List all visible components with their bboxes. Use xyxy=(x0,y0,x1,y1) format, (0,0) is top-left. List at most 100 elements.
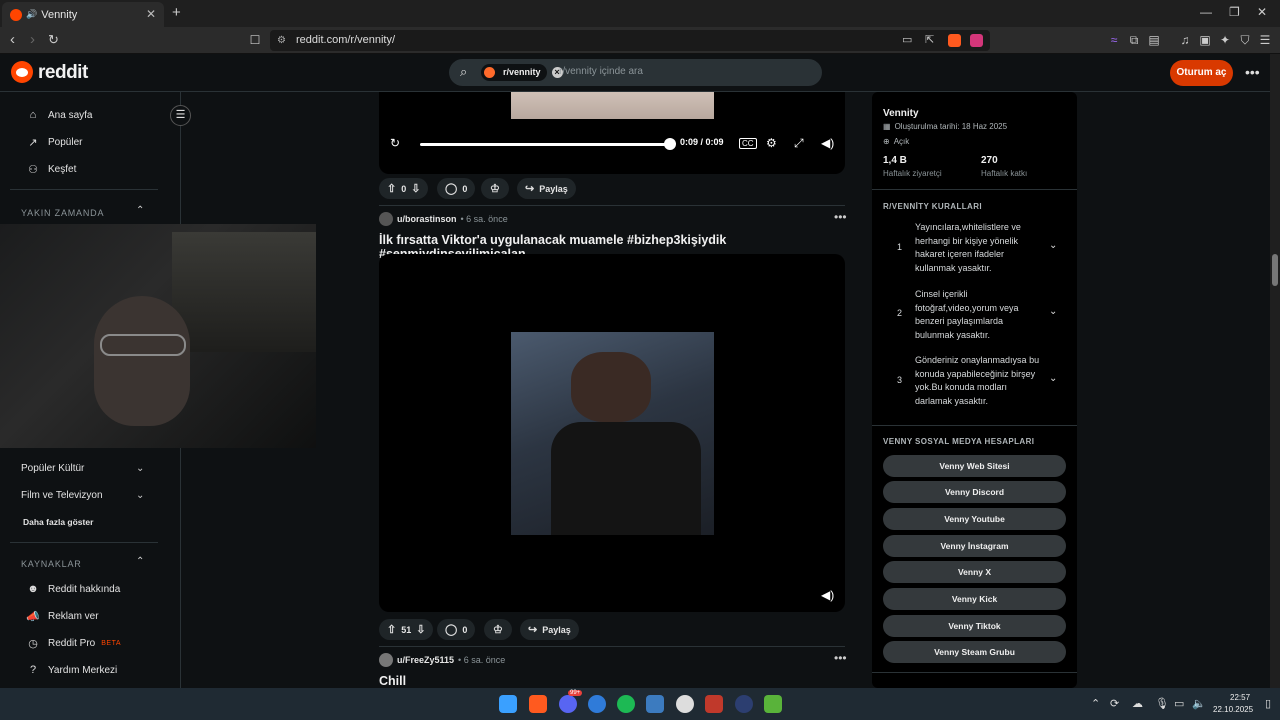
taskbar-date[interactable]: 22.10.2025 xyxy=(1213,705,1253,714)
more-options-icon[interactable]: ••• xyxy=(1245,64,1260,80)
tray-mic-icon[interactable]: 🎙 xyxy=(1155,697,1169,710)
tray-network-icon[interactable]: ▭ xyxy=(1174,697,1184,710)
social-link-youtube[interactable]: Venny Youtube xyxy=(883,508,1066,530)
post-title[interactable]: Chill xyxy=(379,674,406,688)
page-scrollbar[interactable] xyxy=(1270,54,1280,688)
upvote-icon[interactable]: ⇧ xyxy=(387,182,396,195)
show-more-link[interactable]: Daha fazla göster xyxy=(23,517,93,527)
app-icon[interactable] xyxy=(646,695,664,713)
comments-button[interactable]: ◯ 0 xyxy=(437,619,476,640)
chevron-up-icon[interactable]: ⌃ xyxy=(136,556,144,567)
resources-section-header[interactable]: KAYNAKLAR xyxy=(21,559,82,569)
browser-tab[interactable]: 🔊 Vennity ✕ xyxy=(2,2,164,27)
brave-browser-icon[interactable] xyxy=(529,695,547,713)
social-link-discord[interactable]: Venny Discord xyxy=(883,481,1066,503)
search-bar[interactable]: ⌕ r/vennity × r/vennity içinde ara xyxy=(449,59,822,86)
author-name[interactable]: u/borastinson xyxy=(397,214,457,224)
sidebar-toggle-icon[interactable]: ☰ xyxy=(170,105,191,126)
tray-sync-icon[interactable]: ⟳ xyxy=(1110,697,1119,710)
chevron-down-icon[interactable]: ⌄ xyxy=(1049,306,1057,317)
discord-icon[interactable]: 99+ xyxy=(559,690,583,713)
music-icon[interactable]: ♫ xyxy=(1178,33,1192,47)
video-progress-bar[interactable] xyxy=(420,143,672,146)
share-page-icon[interactable]: ⇱ xyxy=(925,30,934,51)
back-icon[interactable]: ‹ xyxy=(10,31,15,48)
social-link-tiktok[interactable]: Venny Tiktok xyxy=(883,615,1066,637)
comments-button[interactable]: ◯ 0 xyxy=(437,178,476,199)
share-button[interactable]: ↪ Paylaş xyxy=(517,178,576,199)
sidebar-item-reddit-pro[interactable]: ◷ Reddit Pro BETA xyxy=(26,637,121,650)
obs-icon[interactable] xyxy=(676,695,694,713)
post-options-icon[interactable]: ••• xyxy=(834,210,847,224)
sidebar-item-pop-culture[interactable]: Popüler Kültür xyxy=(21,463,84,474)
rule-item[interactable]: 3 Gönderiniz onaylanmadıysa bu konuda ya… xyxy=(883,354,1068,406)
replay-icon[interactable]: ↻ xyxy=(390,136,400,150)
post-author[interactable]: u/FreeZy5115 • 6 sa. önce xyxy=(379,653,505,667)
app-icon[interactable] xyxy=(764,695,782,713)
reader-icon[interactable]: ▤ xyxy=(1147,33,1161,47)
social-link-kick[interactable]: Venny Kick xyxy=(883,588,1066,610)
upvote-icon[interactable]: ⇧ xyxy=(387,623,396,636)
bookmark-icon[interactable]: ☐ xyxy=(248,33,262,47)
award-button[interactable]: ♔ xyxy=(484,619,512,640)
chevron-down-icon[interactable]: ⌄ xyxy=(1049,373,1057,384)
sidebar-item-home[interactable]: ⌂ Ana sayfa xyxy=(26,109,93,121)
reddit-logo-text[interactable]: reddit xyxy=(38,62,88,84)
subreddit-chip[interactable]: r/vennity × xyxy=(481,64,563,81)
chevron-down-icon[interactable]: ⌄ xyxy=(1049,240,1057,251)
reddit-logo-icon[interactable] xyxy=(11,61,33,83)
taskbar-time[interactable]: 22:57 xyxy=(1230,693,1250,702)
downvote-icon[interactable]: ⇩ xyxy=(416,623,425,636)
social-link-steam[interactable]: Venny Steam Grubu xyxy=(883,641,1066,663)
sparkle-icon[interactable]: ✦ xyxy=(1218,33,1232,47)
windows-start-icon[interactable] xyxy=(499,695,517,713)
address-bar[interactable]: ⚙ reddit.com/r/vennity/ ▭ ⇱ xyxy=(270,30,990,51)
tray-chevron-icon[interactable]: ⌃ xyxy=(1091,697,1100,710)
new-tab-button[interactable]: + xyxy=(172,4,181,21)
scrollbar-thumb[interactable] xyxy=(1272,254,1278,286)
sidebar-item-advertise[interactable]: 📣 Reklam ver xyxy=(26,610,98,623)
video-player[interactable]: ◀) xyxy=(379,254,845,612)
app-icon[interactable] xyxy=(705,695,723,713)
minimize-icon[interactable]: — xyxy=(1200,5,1212,19)
rule-item[interactable]: 2 Cinsel içerikli fotoğraf,video,yorum v… xyxy=(883,288,1068,340)
brave-shields-icon[interactable] xyxy=(948,34,961,47)
vpn-shield-icon[interactable]: ⛉ xyxy=(1238,33,1252,47)
fullscreen-icon[interactable]: ⤢ xyxy=(794,136,804,151)
menu-icon[interactable]: ☰ xyxy=(1258,33,1272,47)
social-link-website[interactable]: Venny Web Sitesi xyxy=(883,455,1066,477)
video-scrubber[interactable] xyxy=(664,138,676,150)
tray-cloud-icon[interactable]: ☁ xyxy=(1132,697,1143,710)
volume-icon[interactable]: ◀) xyxy=(821,136,834,150)
sidebar-item-popular[interactable]: ↗ Popüler xyxy=(26,136,82,149)
chevron-down-icon[interactable]: ⌄ xyxy=(136,490,144,501)
volume-icon[interactable]: ◀) xyxy=(821,588,834,602)
post-author[interactable]: u/borastinson • 6 sa. önce xyxy=(379,212,508,226)
video-player[interactable]: ↻ 0:09 / 0:09 CC ⚙ ⤢ ◀) xyxy=(379,92,845,174)
author-name[interactable]: u/FreeZy5115 xyxy=(397,655,454,665)
sidebar-item-explore[interactable]: ⚇ Keşfet xyxy=(26,163,76,176)
brave-rewards-icon[interactable] xyxy=(970,34,983,47)
sidebar-item-film-tv[interactable]: Film ve Televizyon xyxy=(21,490,103,501)
wallet-icon[interactable]: ▣ xyxy=(1198,33,1212,47)
social-link-instagram[interactable]: Venny İnstagram xyxy=(883,535,1066,557)
downvote-icon[interactable]: ⇩ xyxy=(411,182,420,195)
maximize-icon[interactable]: ❐ xyxy=(1229,5,1240,19)
forward-icon[interactable]: › xyxy=(30,31,35,48)
tab-close-icon[interactable]: ✕ xyxy=(146,7,156,21)
window-close-icon[interactable]: ✕ xyxy=(1257,5,1267,19)
tray-volume-icon[interactable]: 🔈 xyxy=(1192,697,1206,710)
login-button[interactable]: Oturum aç xyxy=(1170,60,1233,86)
app-icon[interactable] xyxy=(735,695,753,713)
chevron-up-icon[interactable]: ⌃ xyxy=(136,205,144,216)
sidebar-item-about[interactable]: ☻ Reddit hakkında xyxy=(26,583,120,595)
extensions-icon[interactable]: ⧉ xyxy=(1127,33,1141,47)
share-button[interactable]: ↪ Paylaş xyxy=(520,619,579,640)
leo-ai-icon[interactable]: ≈ xyxy=(1107,33,1121,47)
captions-icon[interactable]: CC xyxy=(739,138,757,149)
spotify-icon[interactable] xyxy=(617,695,635,713)
recent-section-header[interactable]: YAKIN ZAMANDA xyxy=(21,208,104,218)
tray-notification-icon[interactable]: ▯ xyxy=(1265,697,1271,710)
app-icon[interactable] xyxy=(588,695,606,713)
search-input[interactable]: r/vennity içinde ara xyxy=(559,66,643,77)
